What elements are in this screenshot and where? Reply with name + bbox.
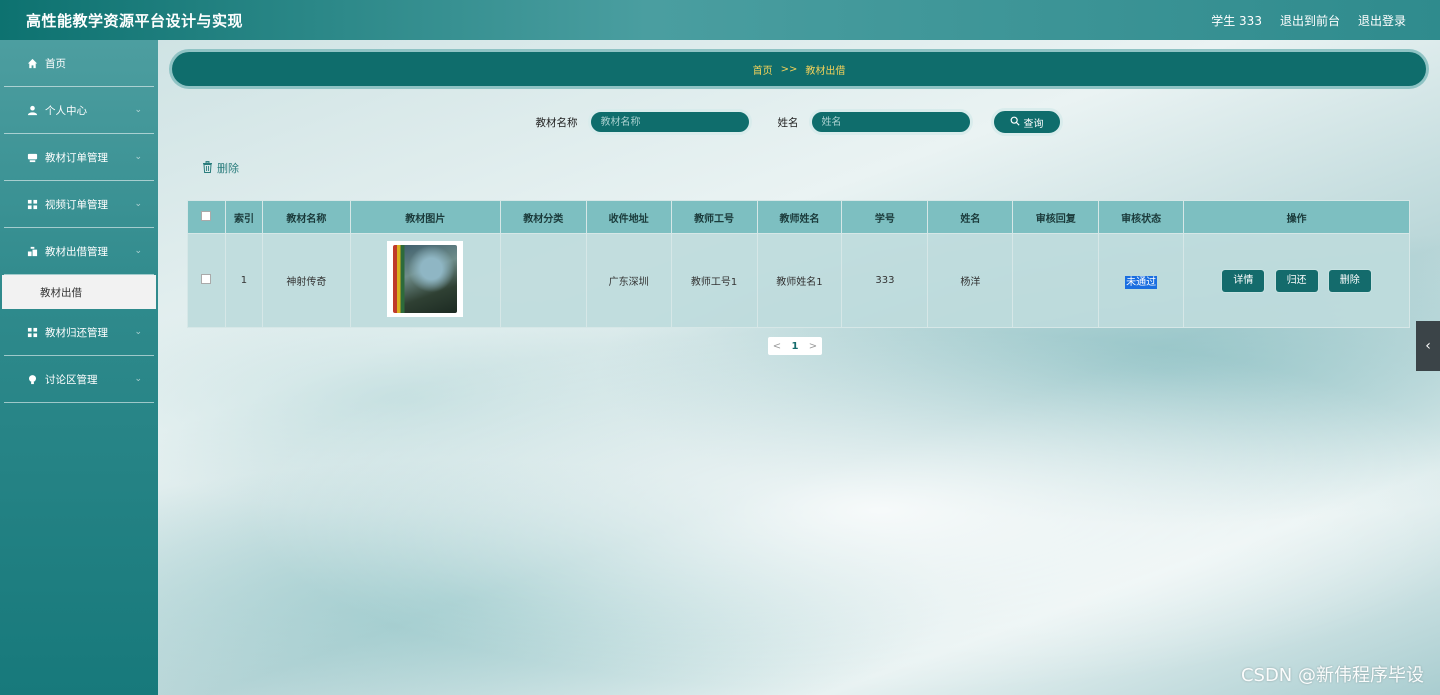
select-all-cell[interactable] — [187, 200, 226, 234]
return-button[interactable]: 归还 — [1275, 269, 1318, 292]
sidebar-subitem-textbook-lend[interactable]: 教材出借 — [2, 275, 156, 309]
grid-icon — [26, 326, 38, 338]
prev-page-button[interactable]: < — [768, 341, 786, 352]
column-header: 教材图片 — [349, 200, 501, 234]
column-header: 收件地址 — [585, 200, 672, 234]
app-title: 高性能教学资源平台设计与实现 — [26, 11, 244, 30]
sidebar-item-label: 首页 — [45, 57, 66, 70]
table-row: 1 神射传奇 广东深圳 教师工号1 教师姓名1 333 杨洋 未通过 详情 归还 — [187, 233, 1410, 328]
sidebar-item-personal[interactable]: 个人中心 ⌄ — [4, 87, 154, 134]
cell-index: 1 — [224, 233, 263, 328]
logout-link[interactable]: 退出登录 — [1358, 12, 1406, 29]
chevron-down-icon: ⌄ — [134, 105, 142, 115]
select-all-checkbox[interactable] — [201, 210, 212, 221]
cell-textbook-name: 神射传奇 — [261, 233, 351, 328]
column-header: 审核回复 — [1012, 200, 1100, 234]
sidebar-item-label: 教材出借管理 — [45, 245, 108, 258]
column-header: 操作 — [1183, 200, 1410, 234]
user-label: 学生 333 — [1211, 13, 1262, 28]
order-icon — [26, 151, 38, 163]
status-badge: 未通过 — [1125, 276, 1158, 289]
column-header: 学号 — [841, 200, 929, 234]
exit-to-front-link[interactable]: 退出到前台 — [1280, 12, 1340, 29]
column-header: 教材名称 — [261, 200, 351, 234]
table-header-row: 索引 教材名称 教材图片 教材分类 收件地址 教师工号 教师姓名 学号 姓名 审… — [187, 200, 1410, 234]
column-header: 教师工号 — [670, 200, 758, 234]
chevron-down-icon: ⌄ — [134, 374, 142, 384]
column-header: 姓名 — [927, 200, 1014, 234]
breadcrumb: 首页 >> 教材出借 — [172, 52, 1426, 86]
chevron-down-icon: ⌄ — [134, 246, 142, 256]
bulb-icon — [26, 373, 38, 385]
name-label: 姓名 — [777, 116, 799, 129]
search-bar: 教材名称 姓名 查询 — [158, 108, 1440, 136]
chevron-down-icon: ⌄ — [134, 199, 142, 209]
sidebar-item-label: 讨论区管理 — [45, 373, 98, 386]
delete-button[interactable]: 删除 — [1328, 269, 1371, 292]
sidebar: 首页 个人中心 ⌄ 教材订单管理 ⌄ 视频订单管理 ⌄ 教材出借管理 ⌄ 教材出… — [0, 40, 158, 695]
header-actions: 学生 333 退出到前台 退出登录 — [1211, 12, 1406, 29]
next-page-button[interactable]: > — [804, 341, 822, 352]
watermark: CSDN @新伟程序毕设 — [1240, 665, 1424, 686]
name-input[interactable] — [808, 109, 973, 135]
top-header: 高性能教学资源平台设计与实现 学生 333 退出到前台 退出登录 — [0, 0, 1440, 40]
cell-student-name: 杨洋 — [927, 233, 1014, 328]
sidebar-item-label: 教材归还管理 — [45, 326, 108, 339]
trash-icon — [202, 160, 213, 176]
sidebar-item-textbook-lending[interactable]: 教材出借管理 ⌄ — [4, 228, 154, 275]
cell-category — [499, 233, 587, 328]
chevron-down-icon: ⌄ — [134, 327, 142, 337]
sidebar-item-home[interactable]: 首页 — [4, 40, 154, 87]
row-checkbox[interactable] — [201, 274, 212, 284]
cell-teacher-name: 教师姓名1 — [756, 233, 843, 328]
cell-textbook-image — [349, 233, 501, 328]
cell-review-reply — [1012, 233, 1100, 328]
breadcrumb-separator: >> — [780, 63, 798, 75]
batch-delete-button[interactable]: 删除 — [202, 160, 239, 176]
sidebar-item-textbook-return[interactable]: 教材归还管理 ⌄ — [4, 309, 154, 356]
query-label: 查询 — [1023, 118, 1044, 130]
cell-student-id: 333 — [841, 233, 929, 328]
lending-table: 索引 教材名称 教材图片 教材分类 收件地址 教师工号 教师姓名 学号 姓名 审… — [187, 200, 1410, 328]
textbook-name-input[interactable] — [587, 109, 752, 135]
breadcrumb-current: 教材出借 — [805, 65, 846, 77]
delete-label: 删除 — [217, 162, 239, 175]
drawer-toggle[interactable]: ‹ — [1416, 321, 1440, 371]
user-icon — [26, 104, 38, 116]
chevron-left-icon: ‹ — [1425, 338, 1431, 354]
query-button[interactable]: 查询 — [990, 108, 1063, 136]
detail-button[interactable]: 详情 — [1222, 269, 1265, 292]
sidebar-item-textbook-orders[interactable]: 教材订单管理 ⌄ — [4, 134, 154, 181]
sidebar-item-label: 教材订单管理 — [45, 151, 108, 164]
main-content: 首页 >> 教材出借 教材名称 姓名 查询 删除 — [158, 40, 1440, 695]
textbook-name-label: 教材名称 — [535, 116, 578, 129]
breadcrumb-home[interactable]: 首页 — [753, 62, 773, 77]
column-header: 教师姓名 — [756, 200, 843, 234]
sidebar-item-video-orders[interactable]: 视频订单管理 ⌄ — [4, 181, 154, 228]
home-icon — [26, 57, 38, 69]
lend-icon — [26, 245, 38, 257]
sidebar-item-label: 视频订单管理 — [45, 198, 108, 211]
column-header: 审核状态 — [1098, 200, 1185, 234]
sidebar-item-discussion[interactable]: 讨论区管理 ⌄ — [4, 356, 154, 403]
row-select-cell[interactable] — [187, 233, 226, 328]
chevron-down-icon: ⌄ — [134, 152, 142, 162]
cell-review-status: 未通过 — [1098, 233, 1185, 328]
search-icon — [1010, 116, 1020, 129]
grid-icon — [26, 198, 38, 210]
cell-operations: 详情 归还 删除 — [1183, 233, 1410, 328]
column-header: 索引 — [224, 200, 263, 234]
page-number[interactable]: 1 — [786, 341, 804, 352]
textbook-cover-image — [387, 241, 464, 317]
cell-teacher-id: 教师工号1 — [670, 233, 758, 328]
sidebar-item-label: 个人中心 — [45, 104, 87, 117]
column-header: 教材分类 — [499, 200, 587, 234]
cell-address: 广东深圳 — [585, 233, 672, 328]
pagination: < 1 > — [768, 337, 822, 355]
